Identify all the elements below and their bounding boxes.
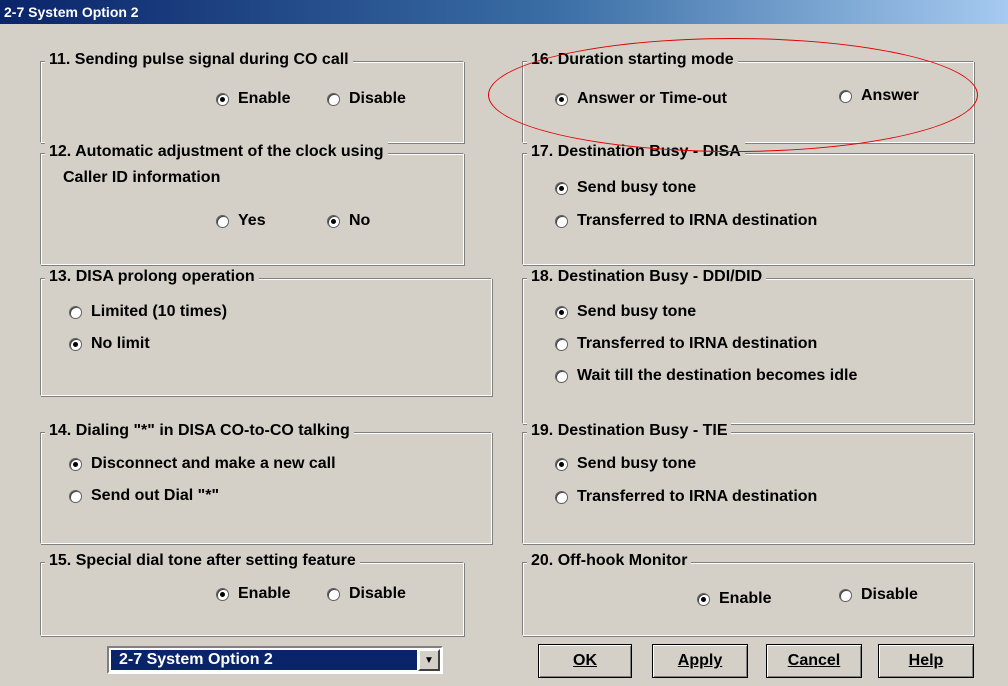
radio-selected-icon: [555, 457, 568, 471]
group-off-hook-monitor: 20. Off-hook Monitor Enable Disable: [522, 551, 974, 636]
radio-selected-icon: [555, 181, 568, 195]
radio-label: Send busy tone: [577, 455, 697, 472]
radio-label: Wait till the destination becomes idle: [577, 367, 858, 384]
page-selector-value: 2-7 System Option 2: [111, 650, 417, 670]
radio-unselected-icon: [216, 214, 229, 228]
ok-button-label: OK: [573, 652, 597, 669]
radio-send-busy-tone[interactable]: Send busy tone: [555, 303, 696, 321]
radio-label: No limit: [91, 335, 150, 352]
radio-unselected-icon: [555, 214, 568, 228]
apply-button[interactable]: Apply: [652, 644, 748, 678]
radio-unselected-icon: [839, 89, 852, 103]
radio-label: Yes: [238, 212, 266, 229]
dropdown-arrow-icon[interactable]: ▼: [418, 649, 440, 671]
group-title: 17. Destination Busy - DISA: [527, 142, 745, 162]
group-clock-adjustment-caller-id: 12. Automatic adjustment of the clock us…: [40, 142, 464, 265]
radio-unselected-icon: [555, 490, 568, 504]
group-title: 13. DISA prolong operation: [45, 267, 259, 287]
radio-enable[interactable]: Enable: [697, 590, 771, 608]
apply-button-label: Apply: [677, 652, 723, 669]
radio-disconnect-new-call[interactable]: Disconnect and make a new call: [69, 455, 336, 473]
group-title: 20. Off-hook Monitor: [527, 551, 692, 571]
radio-transferred-irna[interactable]: Transferred to IRNA destination: [555, 488, 817, 506]
radio-label: Transferred to IRNA destination: [577, 335, 818, 352]
group-special-dial-tone: 15. Special dial tone after setting feat…: [40, 551, 464, 636]
group-title: 14. Dialing "*" in DISA CO-to-CO talking: [45, 421, 354, 441]
group-title: 12. Automatic adjustment of the clock us…: [45, 142, 388, 188]
radio-label: Answer or Time-out: [577, 90, 727, 107]
radio-selected-icon: [327, 214, 340, 228]
radio-label: Limited (10 times): [91, 303, 228, 320]
page-selector-dropdown[interactable]: 2-7 System Option 2 ▼: [107, 646, 443, 674]
radio-disable[interactable]: Disable: [327, 585, 406, 603]
group-destination-busy-disa: 17. Destination Busy - DISA Send busy to…: [522, 142, 974, 265]
group-title: 15. Special dial tone after setting feat…: [45, 551, 360, 571]
radio-answer-or-timeout[interactable]: Answer or Time-out: [555, 90, 727, 108]
radio-unselected-icon: [327, 587, 340, 601]
radio-selected-icon: [69, 337, 82, 351]
radio-unselected-icon: [839, 588, 852, 602]
radio-unselected-icon: [555, 337, 568, 351]
radio-unselected-icon: [69, 305, 82, 319]
radio-limited[interactable]: Limited (10 times): [69, 303, 227, 321]
radio-selected-icon: [697, 592, 710, 606]
radio-selected-icon: [69, 457, 82, 471]
radio-send-busy-tone[interactable]: Send busy tone: [555, 179, 696, 197]
group-title-line2: Caller ID information: [63, 169, 221, 186]
group-destination-busy-tie: 19. Destination Busy - TIE Send busy ton…: [522, 421, 974, 544]
group-dialing-star-disa: 14. Dialing "*" in DISA CO-to-CO talking…: [40, 421, 492, 544]
group-duration-starting-mode: 16. Duration starting mode Answer or Tim…: [522, 50, 974, 143]
radio-no-limit[interactable]: No limit: [69, 335, 150, 353]
radio-disable[interactable]: Disable: [839, 586, 918, 604]
radio-unselected-icon: [69, 489, 82, 503]
radio-selected-icon: [555, 92, 568, 106]
radio-transferred-irna[interactable]: Transferred to IRNA destination: [555, 335, 817, 353]
radio-wait-till-idle[interactable]: Wait till the destination becomes idle: [555, 367, 857, 385]
cancel-button[interactable]: Cancel: [766, 644, 862, 678]
radio-label: Send busy tone: [577, 303, 697, 320]
radio-no[interactable]: No: [327, 212, 370, 230]
radio-selected-icon: [216, 587, 229, 601]
window-title-bar[interactable]: 2-7 System Option 2: [0, 0, 1008, 24]
group-title: 18. Destination Busy - DDI/DID: [527, 267, 767, 287]
radio-label: Send busy tone: [577, 179, 697, 196]
radio-unselected-icon: [327, 92, 340, 106]
radio-label: Enable: [719, 590, 772, 607]
ok-button[interactable]: OK: [538, 644, 632, 678]
radio-label: Enable: [238, 585, 291, 602]
group-destination-busy-ddi-did: 18. Destination Busy - DDI/DID Send busy…: [522, 267, 974, 424]
radio-transferred-irna[interactable]: Transferred to IRNA destination: [555, 212, 817, 230]
help-button[interactable]: Help: [878, 644, 974, 678]
radio-label: Disable: [861, 586, 918, 603]
radio-label: Disable: [349, 585, 406, 602]
radio-label: Answer: [861, 87, 919, 104]
group-sending-pulse-signal: 11. Sending pulse signal during CO call …: [40, 50, 464, 143]
cancel-button-label: Cancel: [787, 652, 841, 669]
radio-label: Transferred to IRNA destination: [577, 212, 818, 229]
radio-label: No: [349, 212, 371, 229]
group-title: 16. Duration starting mode: [527, 50, 738, 70]
help-button-label: Help: [908, 652, 944, 669]
radio-label: Enable: [238, 90, 291, 107]
radio-label: Disable: [349, 90, 406, 107]
window-title: 2-7 System Option 2: [4, 4, 139, 20]
radio-enable[interactable]: Enable: [216, 585, 290, 603]
radio-yes[interactable]: Yes: [216, 212, 266, 230]
radio-label: Send out Dial "*": [91, 487, 220, 504]
radio-enable[interactable]: Enable: [216, 90, 290, 108]
system-option-dialog: 11. Sending pulse signal during CO call …: [0, 24, 1008, 686]
group-title: 19. Destination Busy - TIE: [527, 421, 732, 441]
group-title: 11. Sending pulse signal during CO call: [45, 50, 353, 70]
radio-send-busy-tone[interactable]: Send busy tone: [555, 455, 696, 473]
radio-unselected-icon: [555, 369, 568, 383]
radio-label: Disconnect and make a new call: [91, 455, 336, 472]
radio-label: Transferred to IRNA destination: [577, 488, 818, 505]
radio-disable[interactable]: Disable: [327, 90, 406, 108]
group-title-line1: 12. Automatic adjustment of the clock us…: [49, 143, 384, 160]
radio-answer[interactable]: Answer: [839, 87, 919, 105]
radio-selected-icon: [216, 92, 229, 106]
group-disa-prolong-operation: 13. DISA prolong operation Limited (10 t…: [40, 267, 492, 396]
radio-send-out-dial-star[interactable]: Send out Dial "*": [69, 487, 219, 505]
radio-selected-icon: [555, 305, 568, 319]
